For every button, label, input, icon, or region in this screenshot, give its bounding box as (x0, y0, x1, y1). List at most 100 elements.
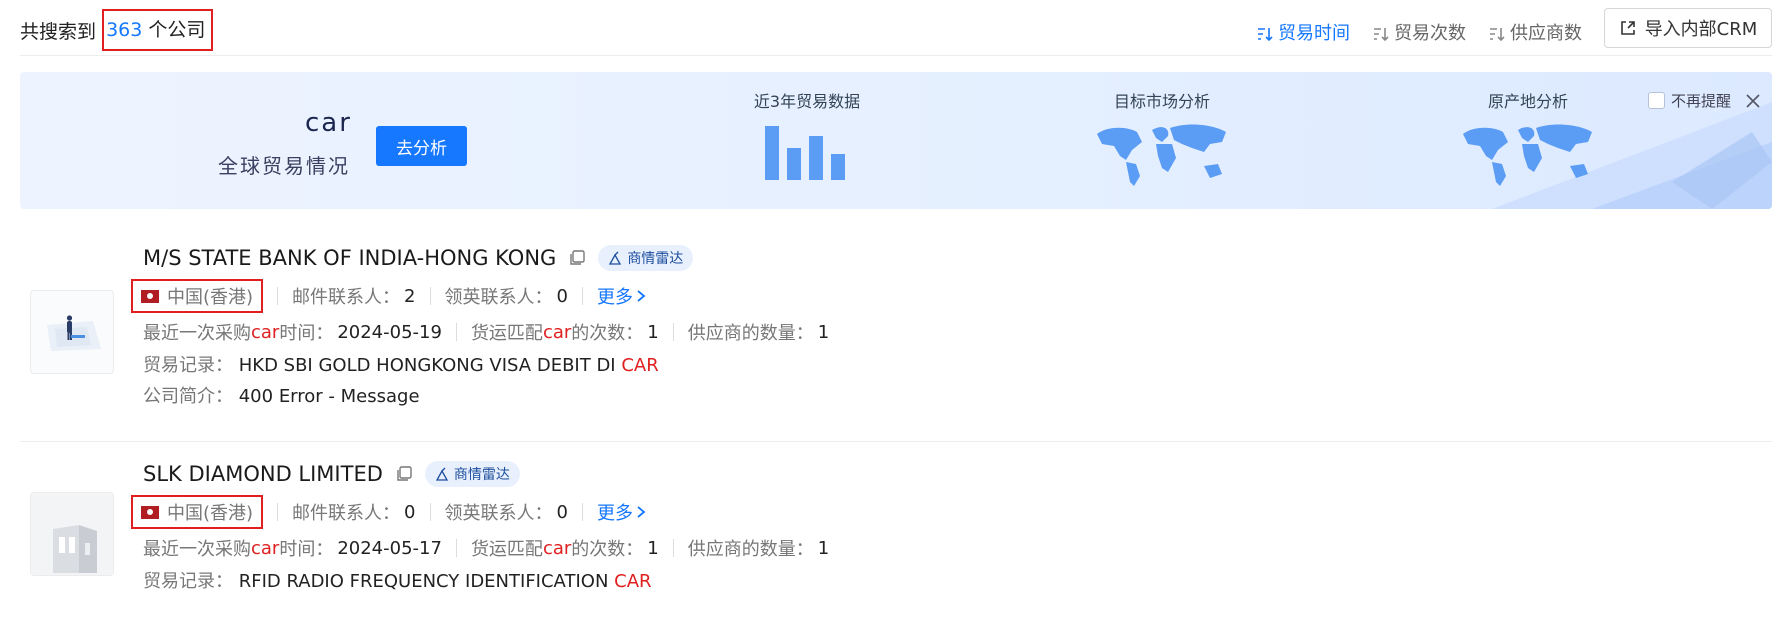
trade-analysis-banner: car 全球贸易情况 去分析 近3年贸易数据 目标市场分析 原产地分析 不再提醒 (20, 72, 1772, 209)
hong-kong-flag-icon (141, 289, 159, 303)
copy-icon[interactable] (395, 465, 413, 483)
export-icon (1620, 21, 1635, 35)
sort-by-trade-time[interactable]: 贸易时间 (1256, 16, 1350, 52)
world-map-icon (1463, 124, 1592, 186)
more-label: 更多 (596, 287, 633, 308)
results-header: 共搜索到 363 个公司 贸易时间 贸易次数 供应商数 导入内部CRM (20, 6, 1772, 56)
radar-tag-label: 商情雷达 (627, 251, 684, 267)
match-suffix: 的次数： (571, 539, 644, 560)
company-intro-value: 400 Error - Message (238, 386, 420, 407)
sort-options: 贸易时间 贸易次数 供应商数 (1256, 16, 1582, 52)
chevron-right-icon (637, 290, 646, 302)
last-purchase-date: 2024-05-17 (337, 537, 442, 559)
company-logo-image (47, 315, 101, 351)
company-intro-row: 公司简介： 400 Error - Message (143, 381, 829, 412)
supplier-count-label: 供应商的数量： (687, 539, 814, 560)
last-purchase-prefix: 最近一次采购 (143, 323, 251, 344)
banner-keyword: car (305, 108, 352, 138)
trade-data-block[interactable]: 近3年贸易数据 (732, 88, 882, 184)
hong-kong-flag-icon (141, 505, 159, 519)
trade-record-row: 贸易记录： RFID RADIO FREQUENCY IDENTIFICATIO… (143, 566, 829, 597)
result-count: 共搜索到 363 个公司 (20, 8, 214, 51)
radar-tag[interactable]: 商情雷达 (424, 461, 520, 487)
chevron-right-icon (637, 506, 646, 518)
match-count: 1 (647, 537, 659, 559)
supplier-count-label: 供应商的数量： (687, 323, 814, 344)
result-count-highlight: 363 个公司 (102, 8, 214, 51)
country-name: 中国(香港) (167, 287, 254, 308)
company-logo[interactable] (30, 290, 114, 374)
mail-contacts-value: 0 (404, 501, 416, 523)
trade-data-label: 近3年贸易数据 (753, 92, 861, 111)
analyze-button[interactable]: 去分析 (376, 126, 467, 166)
sort-by-supplier-count[interactable]: 供应商数 (1488, 16, 1582, 52)
trade-record-value: RFID RADIO FREQUENCY IDENTIFICATION (238, 571, 609, 592)
more-link[interactable]: 更多 (597, 283, 647, 309)
country-name: 中国(香港) (167, 503, 254, 524)
no-remind-checkbox[interactable] (1648, 92, 1665, 109)
target-market-block[interactable]: 目标市场分析 (1082, 88, 1242, 192)
match-prefix: 货运匹配 (470, 323, 543, 344)
radar-tag[interactable]: 商情雷达 (598, 245, 694, 271)
banner-subtitle: 全球贸易情况 (218, 154, 350, 178)
result-count-number: 363 (106, 18, 143, 41)
keyword-highlight: car (251, 321, 280, 343)
company-name[interactable]: M/S STATE BANK OF INDIA-HONG KONG (143, 246, 556, 270)
last-purchase-date: 2024-05-19 (337, 321, 442, 343)
company-meta-row: 中国(香港) 邮件联系人： 0 领英联系人： 0 更多 (131, 494, 829, 530)
linkedin-contacts-value: 0 (556, 501, 568, 523)
close-icon[interactable] (1745, 93, 1761, 109)
keyword-highlight: car (251, 537, 280, 559)
linkedin-contacts-value: 0 (556, 285, 568, 307)
purchase-row: 最近一次采购 car 时间： 2024-05-17 货运匹配 car 的次数： … (143, 530, 829, 566)
country-badge: 中国(香港) (131, 495, 264, 529)
sort-icon (1258, 28, 1273, 42)
supplier-count: 1 (817, 321, 830, 343)
sort-by-trade-count[interactable]: 贸易次数 (1372, 16, 1466, 52)
sort-icon (1374, 28, 1389, 42)
last-purchase-prefix: 最近一次采购 (143, 539, 251, 560)
radar-tag-label: 商情雷达 (453, 467, 510, 483)
match-suffix: 的次数： (571, 323, 644, 344)
result-suffix: 个公司 (148, 18, 206, 41)
last-purchase-suffix: 时间： (279, 539, 334, 560)
result-prefix: 共搜索到 (20, 21, 97, 43)
world-map-icon (1097, 124, 1226, 186)
copy-icon[interactable] (568, 249, 586, 267)
building-placeholder-icon (31, 493, 113, 575)
more-label: 更多 (596, 503, 633, 524)
keyword-highlight: car (542, 537, 572, 559)
company-card: M/S STATE BANK OF INDIA-HONG KONG 商情雷达 中… (20, 228, 1772, 442)
last-purchase-suffix: 时间： (279, 323, 334, 344)
no-remind-option: 不再提醒 (1648, 90, 1761, 111)
origin-analysis-label: 原产地分析 (1487, 92, 1568, 111)
trade-keyword-highlight: CAR (621, 355, 659, 376)
match-prefix: 货运匹配 (470, 539, 543, 560)
import-crm-label: 导入内部CRM (1644, 19, 1758, 40)
company-name-row: SLK DIAMOND LIMITED 商情雷达 (143, 454, 829, 494)
trade-record-value: HKD SBI GOLD HONGKONG VISA DEBIT DI (238, 355, 616, 376)
company-logo[interactable] (30, 492, 114, 576)
mail-contacts-value: 2 (404, 285, 416, 307)
origin-analysis-block[interactable]: 原产地分析 (1448, 88, 1608, 192)
company-intro-label: 公司简介： (143, 386, 233, 407)
company-card: SLK DIAMOND LIMITED 商情雷达 中国(香港) 邮件联系人： 0… (20, 448, 1772, 621)
match-count: 1 (647, 321, 659, 343)
trade-record-label: 贸易记录： (143, 355, 233, 376)
company-info: SLK DIAMOND LIMITED 商情雷达 中国(香港) 邮件联系人： 0… (131, 448, 829, 597)
trade-record-label: 贸易记录： (143, 571, 233, 592)
import-crm-button[interactable]: 导入内部CRM (1604, 8, 1772, 48)
trade-keyword-highlight: CAR (614, 571, 652, 592)
purchase-row: 最近一次采购 car 时间： 2024-05-19 货运匹配 car 的次数： … (143, 314, 829, 350)
mail-contacts-label: 邮件联系人： (292, 287, 401, 308)
search-results-page: 共搜索到 363 个公司 贸易时间 贸易次数 供应商数 导入内部CRM car … (0, 0, 1782, 621)
company-info: M/S STATE BANK OF INDIA-HONG KONG 商情雷达 中… (131, 228, 829, 412)
sort-label: 贸易次数 (1394, 23, 1466, 44)
company-name-row: M/S STATE BANK OF INDIA-HONG KONG 商情雷达 (143, 238, 829, 278)
radar-icon (435, 467, 448, 481)
company-name[interactable]: SLK DIAMOND LIMITED (143, 462, 383, 486)
mail-contacts-label: 邮件联系人： (292, 503, 401, 524)
sort-icon (1490, 28, 1505, 42)
more-link[interactable]: 更多 (597, 499, 647, 525)
trade-record-row: 贸易记录： HKD SBI GOLD HONGKONG VISA DEBIT D… (143, 350, 829, 381)
